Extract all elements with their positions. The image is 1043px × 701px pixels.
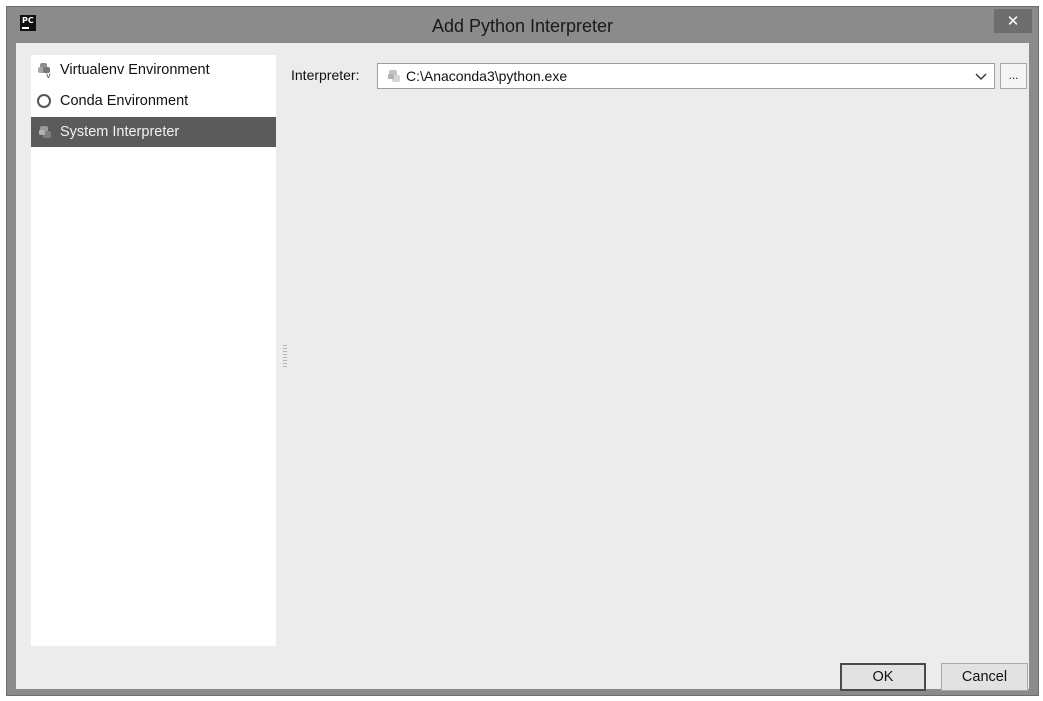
chevron-down-icon[interactable] (974, 69, 988, 83)
sidebar-item-system-interpreter[interactable]: System Interpreter (31, 117, 276, 147)
python-icon (39, 126, 51, 138)
title-bar[interactable]: PC Add Python Interpreter ✕ (7, 7, 1038, 43)
close-icon: ✕ (1006, 12, 1020, 30)
interpreter-select[interactable]: C:\Anaconda3\python.exe (377, 63, 995, 89)
sidebar-item-conda[interactable]: Conda Environment (31, 86, 276, 116)
sidebar-item-label: Virtualenv Environment (60, 62, 210, 78)
sidebar-item-label: Conda Environment (60, 93, 189, 109)
close-button[interactable]: ✕ (994, 9, 1032, 33)
virtualenv-icon: v (38, 63, 51, 78)
browse-interpreter-button[interactable]: ... (1000, 63, 1027, 89)
conda-ring-icon (37, 94, 51, 108)
dialog-content: v Virtualenv Environment Conda Environme… (16, 43, 1029, 691)
dialog-title: Add Python Interpreter (431, 16, 614, 36)
python-icon (388, 70, 400, 82)
ok-button[interactable]: OK (840, 663, 926, 691)
cancel-button[interactable]: Cancel (941, 663, 1028, 691)
splitter-handle[interactable] (283, 345, 287, 367)
sidebar-item-virtualenv[interactable]: v Virtualenv Environment (31, 55, 276, 85)
svg-text:v: v (46, 71, 51, 78)
interpreter-path-value: C:\Anaconda3\python.exe (406, 68, 568, 84)
add-python-interpreter-dialog: PC Add Python Interpreter ✕ v Virtualenv… (6, 6, 1039, 696)
interpreter-type-list: v Virtualenv Environment Conda Environme… (31, 55, 276, 646)
interpreter-label: Interpreter: (291, 67, 360, 83)
sidebar-item-label: System Interpreter (60, 124, 180, 140)
